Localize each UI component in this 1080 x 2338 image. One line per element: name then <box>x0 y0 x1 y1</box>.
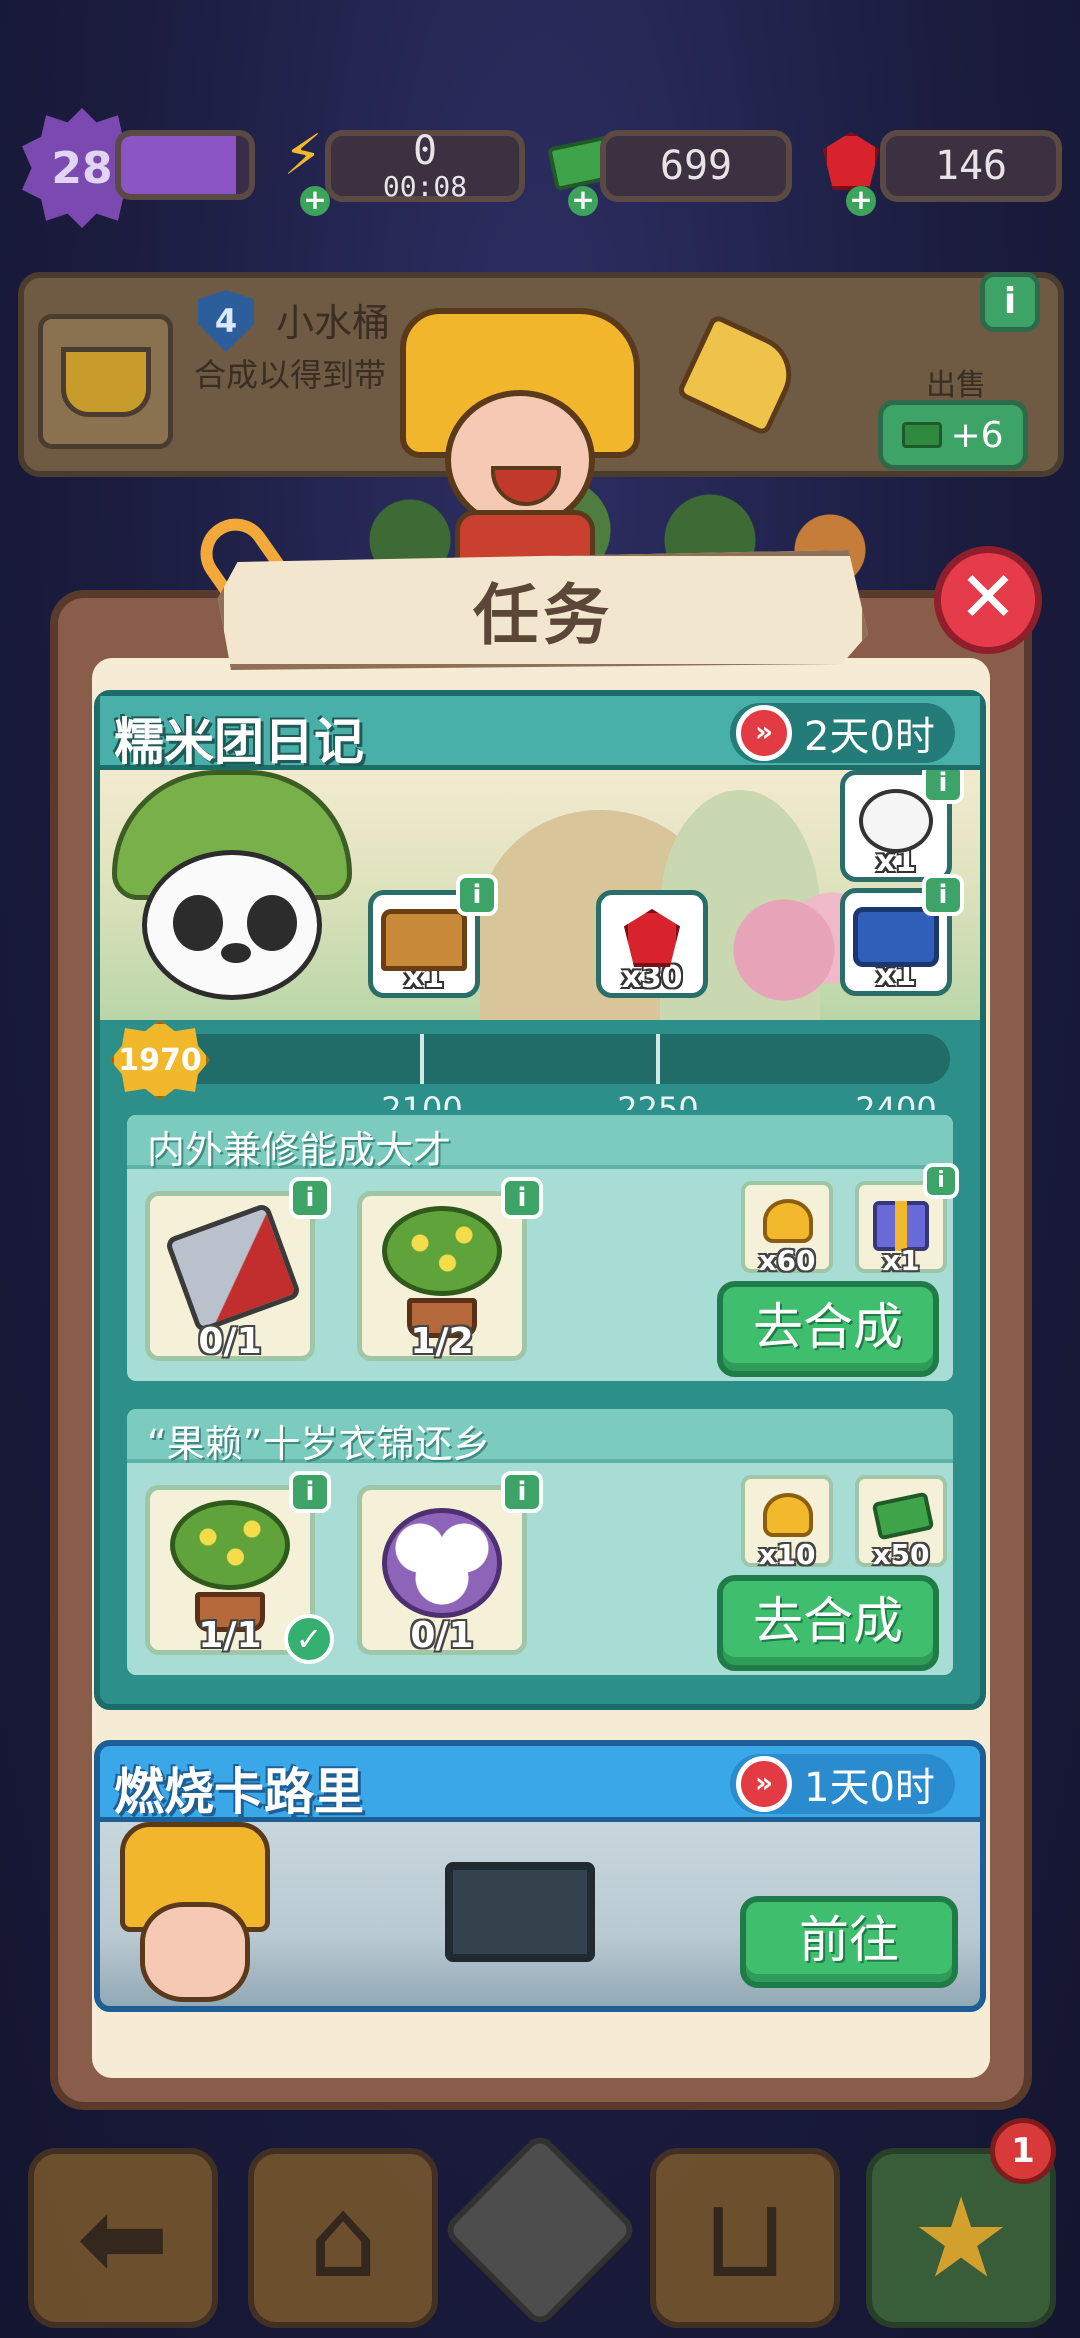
event-header: 燃烧卡路里 » 1天0时 <box>100 1746 980 1822</box>
gold-pile-icon <box>763 1199 813 1243</box>
go-to-event-button[interactable]: 前往 <box>740 1896 958 1988</box>
info-icon[interactable]: i <box>923 1163 959 1199</box>
item-tier-shield: 4 <box>198 290 254 352</box>
requirement-count: 0/1 <box>198 1321 262 1362</box>
energy-value: 0 <box>412 128 438 174</box>
item-info-button[interactable]: i <box>980 272 1040 332</box>
gem-value: 146 <box>934 143 1008 189</box>
timer-icon: » <box>736 1756 792 1812</box>
reward-qty: x50 <box>872 1538 930 1571</box>
item-thumbnail <box>38 314 173 449</box>
info-icon[interactable]: i <box>922 770 964 804</box>
sell-label: 出售 <box>926 368 986 403</box>
item-description: 合成以得到带 <box>194 356 387 394</box>
task-title: 内外兼修能成大才 <box>147 1128 452 1172</box>
kid-character <box>110 1822 280 2006</box>
blue-chest-icon <box>853 907 939 967</box>
gem-icon <box>624 909 680 967</box>
gem-add-icon[interactable]: + <box>846 186 876 216</box>
event-panel-diary: 糯米团日记 » 2天0时 x1 i x30 x1 i x1 i 1970 210… <box>94 690 986 1710</box>
event-scene: x1 i x30 x1 i x1 i <box>100 770 980 1020</box>
points-progress-track <box>160 1034 950 1084</box>
info-icon[interactable]: i <box>289 1471 331 1513</box>
backpack-button[interactable]: ⌂ <box>248 2148 438 2328</box>
cotton-plant-icon <box>382 1508 502 1618</box>
requirement-item[interactable]: 0/1 <box>145 1191 315 1362</box>
requirement-count: 0/1 <box>410 1615 474 1656</box>
go-merge-button[interactable]: 去合成 <box>717 1281 939 1377</box>
xp-progress-bar <box>115 130 255 200</box>
current-points-badge: 1970 <box>110 1020 210 1100</box>
xp-progress-fill <box>121 136 237 194</box>
arrow-left-icon: ⬅ <box>76 2174 170 2302</box>
treadmill-screen <box>445 1862 595 1962</box>
energy-counter[interactable]: 0 00:08 <box>325 130 525 202</box>
event-timer-text: 1天0时 <box>804 1765 935 1811</box>
basket-icon: ⊔ <box>702 2174 788 2302</box>
task-title: “果赖”十岁衣锦还乡 <box>147 1422 491 1466</box>
close-icon: ✕ <box>958 556 1018 638</box>
back-button[interactable]: ⬅ <box>28 2148 218 2328</box>
panda-character <box>102 770 362 1020</box>
requirement-count: 1/2 <box>410 1321 474 1362</box>
info-icon[interactable]: i <box>501 1177 543 1219</box>
cash-value: 699 <box>659 143 733 189</box>
cash-icon <box>902 422 943 448</box>
info-icon[interactable]: i <box>456 874 498 916</box>
info-icon[interactable]: i <box>289 1177 331 1219</box>
cash-add-icon[interactable]: + <box>568 186 598 216</box>
event-title: 燃烧卡路里 <box>114 1763 364 1821</box>
item-tier: 4 <box>214 302 238 340</box>
event-timer: » 1天0时 <box>730 1754 955 1814</box>
go-merge-button[interactable]: 去合成 <box>717 1575 939 1671</box>
saw-icon <box>164 1202 302 1334</box>
task-reward[interactable]: x60 <box>741 1181 833 1277</box>
milestone-reward-2250[interactable]: x30 <box>596 890 708 998</box>
cash-counter[interactable]: 699 <box>600 130 792 202</box>
shop-basket-button[interactable]: ⊔ <box>650 2148 840 2328</box>
bucket-icon <box>60 346 151 417</box>
info-icon[interactable]: i <box>922 874 964 916</box>
requirement-item[interactable]: 0/1 <box>357 1485 527 1656</box>
event-timer-text: 2天0时 <box>804 714 935 760</box>
energy-timer: 00:08 <box>382 170 468 203</box>
current-points: 1970 <box>118 1042 202 1078</box>
dialog-title: 任务 <box>473 577 613 654</box>
event-title: 糯米团日记 <box>114 713 364 771</box>
star-icon: ★ <box>911 2174 1011 2302</box>
backpack-icon: ⌂ <box>308 2174 378 2302</box>
task-card: “果赖”十岁衣锦还乡 1/1 ✓ i 0/1 i x10 x50 去合成 <box>122 1404 958 1680</box>
event-header: 糯米团日记 » 2天0时 <box>100 696 980 771</box>
board-tile-icon[interactable] <box>441 2131 639 2329</box>
requirement-item[interactable]: 1/1 ✓ <box>145 1485 334 1664</box>
dialog-title-banner: 任务 <box>218 550 868 670</box>
timer-icon: » <box>736 705 792 761</box>
task-reward[interactable]: x10 <box>741 1475 833 1571</box>
checkmark-icon: ✓ <box>284 1614 334 1664</box>
event-panel-calories: 燃烧卡路里 » 1天0时 前往 <box>94 1740 986 2012</box>
reward-qty: x1 <box>882 1244 920 1277</box>
cash-icon <box>871 1491 935 1541</box>
mascot-character <box>360 300 680 570</box>
sell-button[interactable]: +6 <box>878 400 1028 470</box>
event-timer: » 2天0时 <box>730 703 955 763</box>
info-icon[interactable]: i <box>501 1471 543 1513</box>
gem-counter[interactable]: 146 <box>880 130 1062 202</box>
reward-qty: x10 <box>758 1538 816 1571</box>
requirement-item[interactable]: 1/2 <box>357 1191 527 1362</box>
panda-figure-icon <box>859 789 933 853</box>
reward-qty: x60 <box>758 1244 816 1277</box>
notification-badge: 1 <box>990 2118 1056 2184</box>
close-button[interactable]: ✕ <box>934 546 1042 654</box>
treasure-chest-icon <box>381 909 467 971</box>
player-level: 28 <box>51 142 113 194</box>
gold-pile-icon <box>763 1493 813 1537</box>
task-card: 内外兼修能成大才 0/1 i 1/2 i x60 x1 i 去合成 <box>122 1110 959 1386</box>
task-reward[interactable]: x50 <box>855 1475 947 1571</box>
sell-value: +6 <box>950 414 1004 456</box>
